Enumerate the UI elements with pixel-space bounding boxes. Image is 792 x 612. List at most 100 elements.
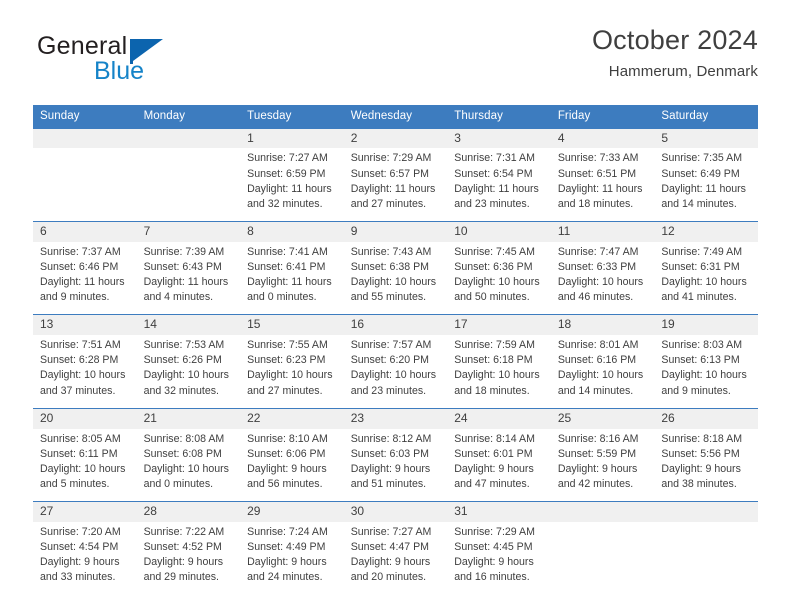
- day-number-cell[interactable]: 22: [240, 407, 344, 429]
- daylight-line-1: Daylight: 11 hours: [143, 276, 229, 289]
- sunset-line: Sunset: 6:51 PM: [557, 167, 637, 180]
- day-detail-cell[interactable]: Sunrise: 7:29 AM Sunset: 6:57 PM Dayligh…: [343, 148, 448, 222]
- day-detail-cell[interactable]: Sunrise: 8:12 AM Sunset: 6:03 PM Dayligh…: [343, 428, 448, 502]
- day-detail-cell[interactable]: Sunrise: 7:24 AM Sunset: 4:49 PM Dayligh…: [240, 521, 344, 595]
- week-4-day-details: Sunrise: 8:05 AM Sunset: 6:11 PM Dayligh…: [33, 428, 758, 502]
- daylight-line-1: Daylight: 11 hours: [350, 182, 436, 195]
- week-5-day-details: Sunrise: 7:20 AM Sunset: 4:54 PM Dayligh…: [33, 521, 758, 595]
- day-number-cell[interactable]: 28: [136, 501, 241, 522]
- sunrise-line: Sunrise: 7:41 AM: [247, 245, 328, 258]
- day-detail-cell[interactable]: Sunrise: 8:05 AM Sunset: 6:11 PM Dayligh…: [33, 428, 137, 502]
- day-detail-cell[interactable]: Sunrise: 7:20 AM Sunset: 4:54 PM Dayligh…: [33, 521, 137, 595]
- daylight-line-1: Daylight: 11 hours: [247, 276, 332, 289]
- day-detail-cell[interactable]: Sunrise: 7:59 AM Sunset: 6:18 PM Dayligh…: [447, 335, 551, 409]
- day-detail-cell[interactable]: Sunrise: 7:49 AM Sunset: 6:31 PM Dayligh…: [654, 241, 758, 315]
- weekday-header-friday: Friday: [550, 105, 655, 129]
- day-number-cell[interactable]: 21: [136, 407, 241, 429]
- day-detail-cell[interactable]: Sunrise: 7:29 AM Sunset: 4:45 PM Dayligh…: [447, 521, 551, 595]
- sunrise-line: Sunrise: 7:31 AM: [454, 152, 535, 165]
- daylight-line-2: and 0 minutes.: [143, 477, 214, 490]
- day-detail-cell[interactable]: Sunrise: 7:35 AM Sunset: 6:49 PM Dayligh…: [654, 148, 758, 222]
- day-detail-cell[interactable]: Sunrise: 8:14 AM Sunset: 6:01 PM Dayligh…: [447, 428, 551, 502]
- daylight-line-1: Daylight: 9 hours: [40, 556, 120, 569]
- daylight-line-2: and 47 minutes.: [454, 477, 530, 490]
- daylight-line-1: Daylight: 11 hours: [40, 276, 125, 289]
- sunrise-line: Sunrise: 7:53 AM: [143, 339, 225, 352]
- day-number-cell[interactable]: 12: [654, 220, 758, 242]
- day-number-cell[interactable]: 10: [447, 220, 551, 242]
- day-number-cell[interactable]: 31: [447, 501, 551, 522]
- day-number-cell[interactable]: 15: [240, 314, 344, 336]
- day-detail-cell[interactable]: Sunrise: 8:03 AM Sunset: 6:13 PM Dayligh…: [654, 335, 758, 409]
- day-detail-cell[interactable]: Sunrise: 7:22 AM Sunset: 4:52 PM Dayligh…: [136, 521, 241, 595]
- sunrise-line: Sunrise: 7:35 AM: [661, 152, 743, 165]
- day-number-cell[interactable]: 5: [654, 128, 758, 149]
- day-number-cell[interactable]: 4: [550, 128, 655, 149]
- daylight-line-1: Daylight: 11 hours: [557, 182, 643, 195]
- day-detail-cell[interactable]: Sunrise: 8:10 AM Sunset: 6:06 PM Dayligh…: [240, 428, 344, 502]
- daylight-line-1: Daylight: 10 hours: [40, 462, 126, 475]
- day-number-cell[interactable]: 6: [33, 220, 137, 242]
- day-detail-cell[interactable]: Sunrise: 8:16 AM Sunset: 5:59 PM Dayligh…: [550, 428, 655, 502]
- day-number-cell[interactable]: 16: [343, 314, 448, 336]
- day-detail-cell[interactable]: Sunrise: 8:01 AM Sunset: 6:16 PM Dayligh…: [550, 335, 655, 409]
- day-number-cell: [550, 501, 655, 522]
- page-header: General Blue October 2024 Hammerum, Denm…: [33, 26, 758, 96]
- day-number-cell[interactable]: 1: [240, 128, 344, 149]
- day-detail-cell[interactable]: Sunrise: 8:18 AM Sunset: 5:56 PM Dayligh…: [654, 428, 758, 502]
- day-detail-cell[interactable]: Sunrise: 7:53 AM Sunset: 6:26 PM Dayligh…: [136, 335, 241, 409]
- day-number-cell[interactable]: 19: [654, 314, 758, 336]
- daylight-line-1: Daylight: 9 hours: [557, 462, 638, 475]
- title-block: October 2024 Hammerum, Denmark: [592, 26, 758, 81]
- day-number-cell[interactable]: 30: [343, 501, 448, 522]
- day-detail-cell[interactable]: Sunrise: 7:55 AM Sunset: 6:23 PM Dayligh…: [240, 335, 344, 409]
- daylight-line-2: and 27 minutes.: [350, 197, 427, 210]
- day-number-cell[interactable]: 3: [447, 128, 551, 149]
- day-number-cell[interactable]: 8: [240, 220, 344, 242]
- sunset-line: Sunset: 6:59 PM: [247, 167, 326, 180]
- day-detail-cell[interactable]: Sunrise: 7:27 AM Sunset: 6:59 PM Dayligh…: [240, 148, 344, 222]
- day-detail-cell[interactable]: Sunrise: 7:51 AM Sunset: 6:28 PM Dayligh…: [33, 335, 137, 409]
- day-detail-cell[interactable]: Sunrise: 7:47 AM Sunset: 6:33 PM Dayligh…: [550, 241, 655, 315]
- day-number-cell[interactable]: 9: [343, 220, 448, 242]
- daylight-line-2: and 32 minutes.: [247, 197, 323, 210]
- day-detail-cell[interactable]: Sunrise: 7:41 AM Sunset: 6:41 PM Dayligh…: [240, 241, 344, 315]
- day-number-cell[interactable]: 18: [550, 314, 655, 336]
- day-number-cell[interactable]: 20: [33, 407, 137, 429]
- day-number-cell[interactable]: 26: [654, 407, 758, 429]
- day-detail-cell[interactable]: Sunrise: 7:31 AM Sunset: 6:54 PM Dayligh…: [447, 148, 551, 222]
- day-detail-cell[interactable]: Sunrise: 7:33 AM Sunset: 6:51 PM Dayligh…: [550, 148, 655, 222]
- sunrise-line: Sunrise: 7:27 AM: [350, 525, 432, 538]
- daylight-line-2: and 23 minutes.: [350, 384, 427, 397]
- day-detail-cell[interactable]: Sunrise: 7:45 AM Sunset: 6:36 PM Dayligh…: [447, 241, 551, 315]
- daylight-line-1: Daylight: 9 hours: [350, 556, 431, 569]
- sunset-line: Sunset: 4:47 PM: [350, 541, 430, 554]
- day-number-cell[interactable]: 23: [343, 407, 448, 429]
- calendar-page: General Blue October 2024 Hammerum, Denm…: [0, 0, 792, 612]
- daylight-line-2: and 55 minutes.: [350, 291, 427, 304]
- day-number-cell[interactable]: 14: [136, 314, 241, 336]
- day-number-cell[interactable]: 13: [33, 314, 137, 336]
- day-number-cell[interactable]: 17: [447, 314, 551, 336]
- sunrise-line: Sunrise: 8:03 AM: [661, 339, 743, 352]
- day-number-cell[interactable]: 11: [550, 220, 655, 242]
- weekday-header-tuesday: Tuesday: [240, 105, 344, 129]
- day-number-cell[interactable]: 24: [447, 407, 551, 429]
- sunset-line: Sunset: 6:16 PM: [557, 354, 637, 367]
- day-detail-cell[interactable]: Sunrise: 7:37 AM Sunset: 6:46 PM Dayligh…: [33, 241, 137, 315]
- day-number-cell[interactable]: 2: [343, 128, 448, 149]
- daylight-line-1: Daylight: 10 hours: [557, 369, 644, 382]
- week-3-day-numbers: 13 14 15 16 17 18 19: [33, 314, 758, 336]
- day-detail-cell[interactable]: Sunrise: 7:27 AM Sunset: 4:47 PM Dayligh…: [343, 521, 448, 595]
- day-detail-cell[interactable]: Sunrise: 7:43 AM Sunset: 6:38 PM Dayligh…: [343, 241, 448, 315]
- daylight-line-2: and 9 minutes.: [40, 291, 110, 304]
- day-number-cell[interactable]: 27: [33, 501, 137, 522]
- day-number-cell[interactable]: 29: [240, 501, 344, 522]
- sunset-line: Sunset: 6:49 PM: [661, 167, 740, 180]
- day-detail-cell[interactable]: Sunrise: 7:57 AM Sunset: 6:20 PM Dayligh…: [343, 335, 448, 409]
- day-number-cell[interactable]: 25: [550, 407, 655, 429]
- day-detail-cell[interactable]: Sunrise: 8:08 AM Sunset: 6:08 PM Dayligh…: [136, 428, 241, 502]
- day-detail-cell: [550, 521, 655, 595]
- day-number-cell[interactable]: 7: [136, 220, 241, 242]
- day-detail-cell[interactable]: Sunrise: 7:39 AM Sunset: 6:43 PM Dayligh…: [136, 241, 241, 315]
